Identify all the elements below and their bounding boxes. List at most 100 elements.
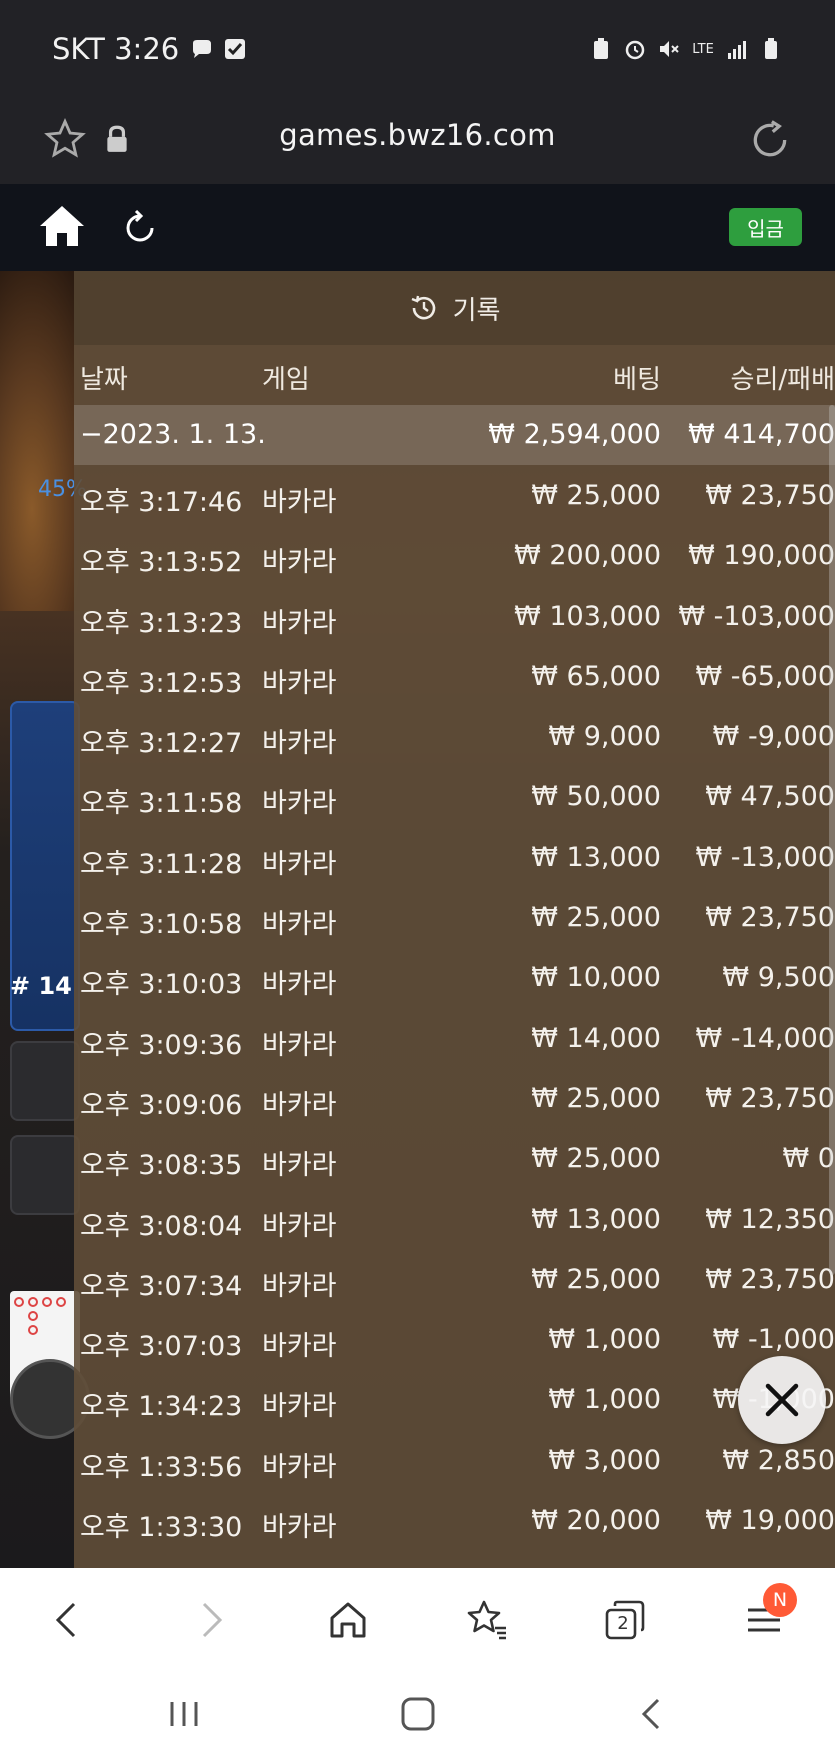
history-row: 오후 1:34:23바카라₩ 1,000₩ -1,000 bbox=[74, 1369, 835, 1429]
row-time: 오후 3:10:58 bbox=[80, 909, 243, 941]
row-game: 바카라 bbox=[262, 969, 337, 1001]
history-row: 오후 3:10:03 바카라 ₩ 10,000 ₩ 9,500 bbox=[74, 947, 835, 1007]
deposit-button[interactable]: 입금 bbox=[729, 208, 802, 246]
row-game: 바카라 bbox=[262, 788, 337, 820]
bookmarks-icon[interactable] bbox=[462, 1596, 510, 1644]
row-result: ₩ 9,500 bbox=[722, 962, 835, 994]
row-result: ₩ 19,000 bbox=[705, 1505, 835, 1537]
row-game: 바카라 bbox=[262, 1391, 337, 1423]
url-text[interactable]: games.bwz16.com bbox=[0, 118, 835, 152]
tab-count: 2 bbox=[617, 1612, 629, 1634]
back-system-icon[interactable] bbox=[630, 1692, 674, 1736]
row-result: ₩ 0 bbox=[782, 1143, 835, 1175]
history-panel: 기록 날짜 게임 베팅 승리/패배 −2023. 1. 13. ₩ 2,594,… bbox=[74, 271, 835, 1568]
row-bet: ₩ 103,000 bbox=[514, 600, 661, 632]
row-result: ₩ -9,000 bbox=[712, 721, 835, 753]
date-summary-row[interactable]: −2023. 1. 13. ₩ 2,594,000 ₩ 414,700 bbox=[74, 405, 835, 465]
row-game: 바카라 bbox=[262, 1451, 337, 1483]
close-history-button[interactable] bbox=[738, 1356, 826, 1444]
summary-result: ₩ 414,700 bbox=[688, 419, 835, 450]
row-bet: ₩ 20,000 bbox=[531, 1505, 661, 1537]
checkbox-icon bbox=[223, 36, 247, 62]
row-game: 바카라 bbox=[262, 1089, 337, 1121]
history-title: 기록 bbox=[452, 295, 501, 326]
scrollbar[interactable] bbox=[829, 405, 835, 1275]
row-bet: ₩ 13,000 bbox=[531, 841, 661, 873]
row-time: 오후 1:33:56 bbox=[80, 1451, 243, 1483]
row-bet: ₩ 25,000 bbox=[531, 480, 661, 511]
recents-icon[interactable] bbox=[162, 1692, 206, 1736]
home-system-icon[interactable] bbox=[396, 1692, 440, 1736]
url-bar: games.bwz16.com bbox=[0, 98, 835, 184]
battery-saver-icon bbox=[589, 36, 613, 62]
row-time: 오후 3:12:27 bbox=[80, 728, 243, 760]
row-time: 오후 3:12:53 bbox=[80, 667, 243, 699]
history-row: 오후 3:08:35 바카라 ₩ 25,000 ₩ 0 bbox=[74, 1128, 835, 1188]
history-row: 오후 3:10:58 바카라 ₩ 25,000 ₩ 23,750 bbox=[74, 887, 835, 947]
col-win-loss: 승리/패배 bbox=[730, 365, 835, 395]
status-bar: SKT 3:26 LTE bbox=[0, 0, 835, 98]
row-time: 오후 3:09:06 bbox=[80, 1089, 243, 1121]
home-icon[interactable] bbox=[38, 204, 86, 248]
row-game: 바카라 bbox=[262, 607, 337, 639]
player-pair-button[interactable] bbox=[10, 1135, 80, 1215]
row-game: 바카라 bbox=[262, 1331, 337, 1363]
history-row: 오후 3:11:58 바카라 ₩ 50,000 ₩ 47,500 bbox=[74, 766, 835, 826]
reload-icon[interactable] bbox=[748, 118, 792, 162]
alarm-icon bbox=[623, 36, 647, 62]
road-dot bbox=[42, 1297, 52, 1307]
row-game: 바카라 bbox=[262, 547, 337, 579]
row-time: 오후 3:13:52 bbox=[80, 547, 243, 579]
back-icon[interactable] bbox=[44, 1596, 92, 1644]
forward-icon[interactable] bbox=[186, 1596, 234, 1644]
row-bet: ₩ 9,000 bbox=[548, 721, 661, 753]
history-row: 오후 3:07:03 바카라 ₩ 1,000 ₩ -1,000 bbox=[74, 1309, 835, 1369]
road-dot bbox=[56, 1297, 66, 1307]
summary-date: −2023. 1. 13. bbox=[80, 419, 266, 450]
road-dot bbox=[28, 1297, 38, 1307]
history-row: 오후 3:11:28 바카라 ₩ 13,000 ₩ -13,000 bbox=[74, 827, 835, 887]
row-result: ₩ -1,000 bbox=[712, 1324, 835, 1356]
row-bet: ₩ 200,000 bbox=[514, 540, 661, 572]
row-time: 오후 3:11:58 bbox=[80, 788, 243, 820]
row-result: ₩ 47,500 bbox=[705, 781, 835, 813]
browser-bottom-nav: 2 bbox=[0, 1568, 835, 1670]
row-time: 오후 1:33:30 bbox=[80, 1512, 243, 1544]
row-time: 오후 3:08:04 bbox=[80, 1210, 243, 1242]
tabs-icon[interactable]: 2 bbox=[601, 1596, 649, 1644]
battery-icon bbox=[759, 36, 783, 62]
row-bet: ₩ 25,000 bbox=[531, 1082, 661, 1114]
history-row: 오후 3:09:06 바카라 ₩ 25,000 ₩ 23,750 bbox=[74, 1068, 835, 1128]
history-row: 오후 3:17:46 바카라 ₩ 25,000 ₩ 23,750 bbox=[74, 465, 835, 525]
row-time: 오후 3:08:35 bbox=[80, 1150, 243, 1182]
history-row: 오후 3:07:34 바카라 ₩ 25,000 ₩ 23,750 bbox=[74, 1249, 835, 1309]
row-bet: ₩ 25,000 bbox=[531, 902, 661, 934]
history-rows: 오후 3:17:46 바카라 ₩ 25,000 ₩ 23,750 오후 3:13:52 바… bbox=[74, 465, 835, 1550]
close-icon bbox=[765, 1383, 799, 1417]
row-bet: ₩ 1,000 bbox=[548, 1384, 661, 1416]
col-game: 게임 bbox=[262, 365, 310, 395]
history-header: 날짜 게임 베팅 승리/패배 bbox=[74, 345, 835, 405]
row-bet: ₩ 25,000 bbox=[531, 1263, 661, 1295]
home-nav-icon[interactable] bbox=[324, 1596, 372, 1644]
row-time: 오후 3:09:36 bbox=[80, 1029, 243, 1061]
road-dot bbox=[28, 1325, 38, 1335]
history-title-bar: 기록 bbox=[74, 271, 835, 345]
history-row: 오후 3:08:04 바카라 ₩ 13,000 ₩ 12,350 bbox=[74, 1189, 835, 1249]
row-time: 오후 3:11:28 bbox=[80, 848, 243, 880]
refresh-icon[interactable] bbox=[123, 208, 157, 244]
row-game: 바카라 bbox=[262, 728, 337, 760]
history-row: 오후 1:33:30 바카라 ₩ 20,000 ₩ 19,000 bbox=[74, 1490, 835, 1550]
player-bonus-button[interactable] bbox=[10, 1041, 80, 1121]
row-result: ₩ -13,000 bbox=[695, 841, 835, 873]
row-time: 오후 3:07:03 bbox=[80, 1331, 243, 1363]
row-time: 오후 1:34:23 bbox=[80, 1391, 243, 1423]
row-result: ₩ 2,850 bbox=[722, 1444, 835, 1476]
round-label: # 14 bbox=[10, 972, 72, 1000]
row-result: ₩ -14,000 bbox=[695, 1022, 835, 1054]
row-result: ₩ 12,350 bbox=[705, 1203, 835, 1235]
history-row: 오후 1:33:56 바카라 ₩ 3,000 ₩ 2,850 bbox=[74, 1430, 835, 1490]
row-time: 오후 3:07:34 bbox=[80, 1270, 243, 1302]
dealer-video bbox=[0, 271, 80, 611]
row-bet: ₩ 50,000 bbox=[531, 781, 661, 813]
